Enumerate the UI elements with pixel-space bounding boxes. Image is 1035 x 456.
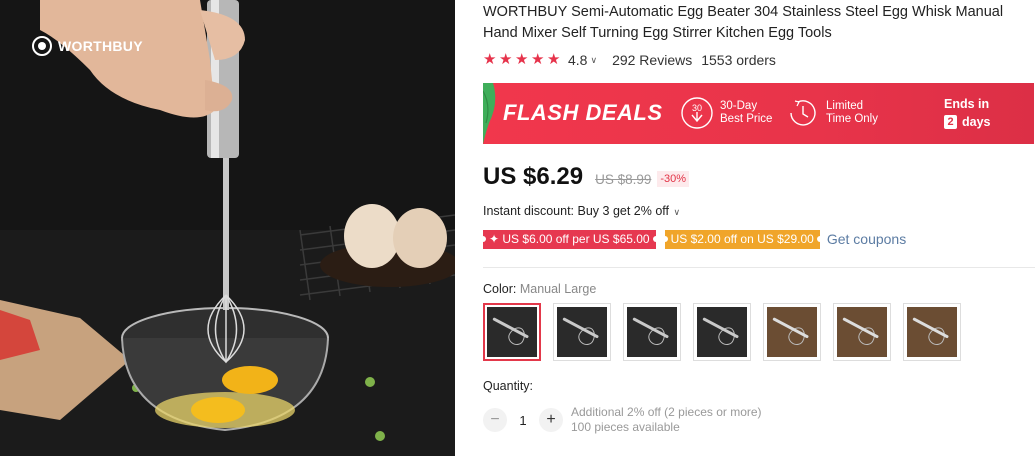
brand-logo-text: WORTHBUY bbox=[58, 38, 143, 54]
flash-deals-title: FLASH DEALS bbox=[503, 100, 663, 125]
current-price: US $6.29 bbox=[483, 163, 584, 190]
product-info-panel: WORTHBUY Semi-Automatic Egg Beater 304 S… bbox=[480, 0, 1035, 456]
product-main-image[interactable]: WORTHBUY bbox=[0, 0, 455, 456]
selected-color: Manual Large bbox=[519, 282, 597, 296]
star-rating[interactable]: ★ ★ ★ ★ ★ bbox=[483, 51, 561, 68]
quantity-stepper: − 1 + Additional 2% off (2 pieces or mor… bbox=[483, 405, 762, 435]
color-swatch[interactable] bbox=[693, 303, 751, 361]
days-remaining: 2 bbox=[944, 115, 957, 129]
star-icon: ★ bbox=[515, 51, 529, 68]
decrease-quantity-button[interactable]: − bbox=[483, 408, 507, 432]
leaf-decoration-icon bbox=[483, 83, 496, 144]
price-row: US $6.29 US $8.99 -30% bbox=[483, 163, 690, 191]
color-swatch[interactable] bbox=[903, 303, 961, 361]
chevron-down-icon[interactable]: ∨ bbox=[590, 55, 597, 66]
coupon-select[interactable]: US $2.00 off on US $29.00 bbox=[661, 229, 824, 249]
quantity-label: Quantity: bbox=[483, 379, 534, 393]
bulk-discount-note: Additional 2% off (2 pieces or more) bbox=[571, 405, 762, 419]
star-icon: ★ bbox=[483, 51, 497, 68]
stock-available: 100 pieces available bbox=[571, 420, 680, 434]
star-icon: ★ bbox=[531, 51, 545, 68]
quantity-input[interactable]: 1 bbox=[507, 413, 539, 428]
color-swatch[interactable] bbox=[553, 303, 611, 361]
color-swatch[interactable] bbox=[763, 303, 821, 361]
brand-logo-icon bbox=[32, 36, 52, 56]
limited-time-feature: Limited Time Only bbox=[786, 96, 878, 130]
orders-count: 1553 orders bbox=[701, 52, 776, 68]
limited-time-line1: Limited bbox=[826, 100, 864, 112]
limited-time-line2: Time Only bbox=[826, 113, 878, 125]
ends-in-label: Ends in bbox=[944, 97, 990, 111]
days-unit: days bbox=[962, 115, 991, 129]
best-price-line1: 30-Day bbox=[720, 100, 758, 112]
color-swatch[interactable] bbox=[483, 303, 541, 361]
chevron-down-icon: ∨ bbox=[671, 207, 681, 217]
instant-discount-text: Instant discount: Buy 3 get 2% off bbox=[483, 204, 669, 218]
clock-icon bbox=[790, 100, 816, 126]
best-price-icon-number: 30 bbox=[692, 103, 702, 113]
best-price-line2: Best Price bbox=[720, 113, 773, 125]
color-swatch[interactable] bbox=[833, 303, 891, 361]
reviews-link[interactable]: 292 Reviews bbox=[612, 52, 692, 68]
star-icon: ★ bbox=[499, 51, 513, 68]
countdown: Ends in 2 days bbox=[944, 97, 1034, 129]
color-swatch[interactable] bbox=[623, 303, 681, 361]
best-price-feature: 30 30-Day Best Price bbox=[680, 96, 772, 130]
best-price-icon: 30 bbox=[681, 97, 713, 129]
color-swatches bbox=[483, 303, 961, 361]
star-icon: ★ bbox=[547, 51, 561, 68]
increase-quantity-button[interactable]: + bbox=[539, 408, 563, 432]
product-title: WORTHBUY Semi-Automatic Egg Beater 304 S… bbox=[483, 4, 1004, 41]
rating-value[interactable]: 4.8 bbox=[568, 52, 587, 68]
coupon-store[interactable]: ✦ US $6.00 off per US $65.00 bbox=[480, 229, 659, 249]
coupon-row: ✦ US $6.00 off per US $65.00 US $2.00 of… bbox=[480, 229, 906, 249]
instant-discount[interactable]: Instant discount: Buy 3 get 2% off ∨ bbox=[483, 204, 680, 218]
color-label-text: Color: bbox=[483, 282, 517, 296]
get-coupons-link[interactable]: Get coupons bbox=[827, 231, 906, 247]
flash-deals-banner: FLASH DEALS 30 30-Day Best Price Limited… bbox=[483, 83, 1034, 144]
brand-logo: WORTHBUY bbox=[32, 36, 143, 56]
quantity-note: Additional 2% off (2 pieces or more) 100… bbox=[571, 405, 762, 435]
discount-badge: -30% bbox=[657, 171, 690, 187]
divider bbox=[483, 267, 1035, 268]
original-price: US $8.99 bbox=[595, 172, 652, 187]
product-photo-illustration bbox=[0, 0, 455, 456]
rating-row: ★ ★ ★ ★ ★ 4.8 ∨ 292 Reviews 1553 orders bbox=[483, 51, 776, 69]
color-label: Color: Manual Large bbox=[483, 282, 596, 296]
